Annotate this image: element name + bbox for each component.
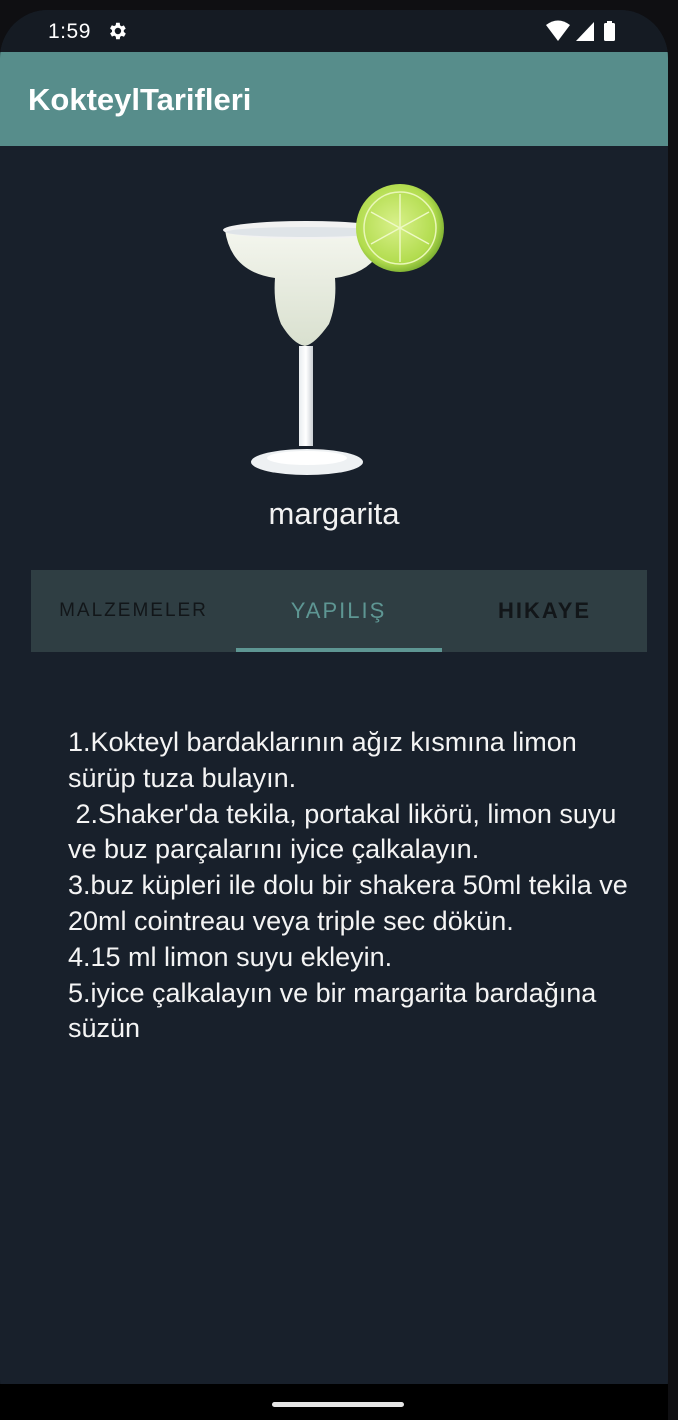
app-title: KokteylTarifleri	[28, 82, 252, 117]
recipe-step: 1.Kokteyl bardaklarının ağız kısmına lim…	[68, 727, 585, 793]
recipe-text: 1.Kokteyl bardaklarının ağız kısmına lim…	[68, 725, 628, 1047]
cellular-signal-icon	[576, 22, 594, 41]
tab-indicator	[236, 648, 442, 652]
recipe-step: 2.Shaker'da tekila, portakal likörü, lim…	[68, 798, 624, 865]
status-bar: 1:59	[0, 10, 668, 52]
wifi-icon	[546, 20, 570, 41]
margarita-image	[223, 184, 444, 475]
recipe-step: 5.iyice çalkalayın ve bir margarita bard…	[68, 977, 604, 1044]
status-time: 1:59	[48, 20, 91, 43]
drink-name: margarita	[268, 496, 400, 531]
recipe-step: 4.15 ml limon suyu ekleyin.	[68, 941, 393, 972]
tab-hikaye[interactable]: HIKAYE	[442, 570, 647, 652]
tab-malzemeler[interactable]: MALZEMELER	[31, 570, 236, 652]
battery-icon	[604, 23, 615, 41]
system-icons	[546, 20, 615, 41]
tab-bar: MALZEMELER YAPILIŞ HIKAYE	[31, 570, 647, 652]
app-bar: KokteylTarifleri	[0, 52, 668, 146]
settings-gear-icon	[110, 22, 126, 40]
home-gesture-handle[interactable]	[272, 1402, 404, 1407]
phone-screen: 1:59 KokteylTarifleri margarita MALZEMEL…	[0, 10, 668, 1420]
recipe-step: 3.buz küpleri ile dolu bir shakera 50ml …	[68, 870, 636, 936]
tab-yapilis[interactable]: YAPILIŞ	[236, 570, 441, 652]
